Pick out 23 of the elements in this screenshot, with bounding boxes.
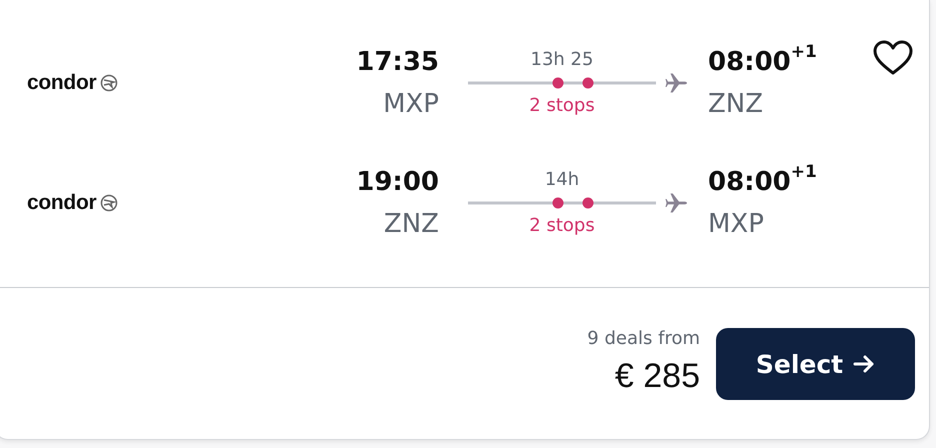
plane-icon [665,192,689,214]
departure-airport-code: MXP [383,88,439,120]
deals-count: 9 deals from [587,328,700,350]
plane-icon [665,72,689,94]
flight-duration: 13h 25 [530,49,594,71]
arrow-icon [853,353,876,375]
airline-logo-text: condor [27,71,96,95]
flight-duration: 14h [544,169,580,191]
departure-airport-code: ZNZ [384,208,439,240]
arrival-airport-code: MXP [708,208,764,240]
airline-logo-icon [100,74,118,92]
stops-count: 2 stops [529,95,595,117]
airline-logo-text: condor [27,191,96,215]
departure-time: 19:00 [356,166,439,198]
arrival-time: 08:00$^{+1}$ [708,166,817,198]
heart-icon[interactable] [873,40,913,76]
arrival-airport-code: ZNZ [708,88,764,120]
stops-count: 2 stops [529,215,595,237]
arrival-time: 08:00$^{+1}$ [708,46,817,78]
airline-logo-icon [100,194,118,212]
price: € 285 [614,356,700,397]
departure-time: 17:35 [356,46,439,78]
select-button[interactable]: Select [716,328,915,400]
